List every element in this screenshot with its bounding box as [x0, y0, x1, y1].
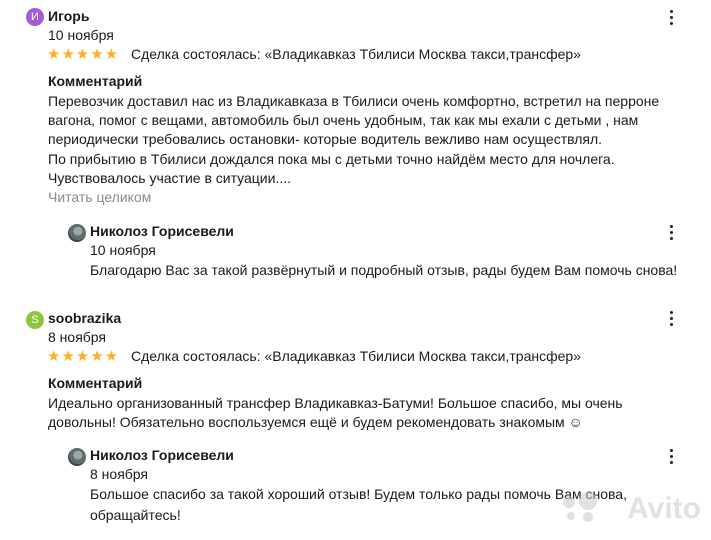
- deal-status: Сделка состоялась: «Владикавказ Тбилиси …: [131, 348, 581, 364]
- reply-more-options-icon[interactable]: [669, 449, 675, 465]
- review-author[interactable]: soobrazika: [48, 310, 121, 326]
- rating-stars: ★★★★★: [47, 348, 120, 365]
- comment-heading: Комментарий: [48, 375, 143, 391]
- reply-date: 10 ноября: [90, 242, 156, 258]
- rating-stars: ★★★★★: [47, 46, 120, 63]
- review-author[interactable]: Игорь: [48, 8, 89, 24]
- comment-heading: Комментарий: [48, 73, 143, 89]
- deal-status: Сделка состоялась: «Владикавказ Тбилиси …: [131, 46, 581, 62]
- reply-avatar[interactable]: [68, 448, 86, 466]
- reply-text: Большое спасибо за такой хороший отзыв! …: [90, 486, 627, 523]
- comment-text: Идеально организованный трансфер Владика…: [48, 395, 623, 431]
- more-options-icon[interactable]: [669, 10, 675, 26]
- comment-text: Перевозчик доставил нас из Владикавказа …: [48, 93, 660, 186]
- reply-avatar[interactable]: [68, 224, 86, 242]
- reply-author[interactable]: Николоз Горисевели: [90, 223, 234, 239]
- reply-more-options-icon[interactable]: [669, 225, 675, 241]
- read-more-link[interactable]: Читать целиком: [48, 189, 151, 205]
- reply-date: 8 ноября: [90, 466, 149, 482]
- avatar[interactable]: И: [26, 8, 44, 26]
- reply-author[interactable]: Николоз Горисевели: [90, 447, 234, 463]
- reply-text: Благодарю Вас за такой развёрнутый и под…: [90, 262, 678, 278]
- review-date: 8 ноября: [48, 329, 107, 345]
- avatar[interactable]: S: [26, 311, 44, 329]
- more-options-icon[interactable]: [669, 311, 675, 327]
- avito-logo-icon: [563, 492, 599, 522]
- watermark: Avito: [627, 492, 701, 525]
- review-date: 10 ноября: [48, 27, 114, 43]
